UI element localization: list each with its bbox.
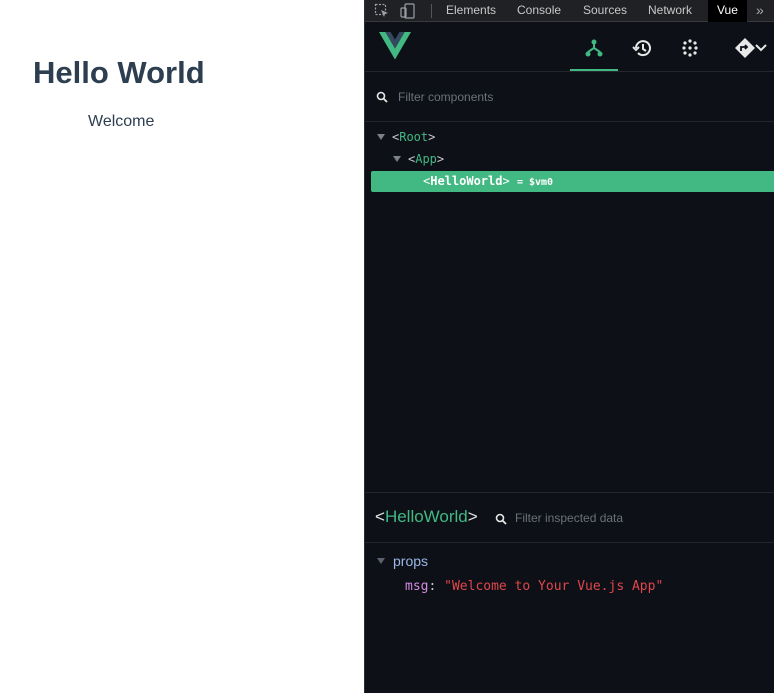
components-icon: [585, 39, 603, 57]
filter-inspected-data-input[interactable]: [515, 509, 755, 527]
component-filter: [365, 72, 774, 122]
overflow-chevrons-icon[interactable]: »: [756, 0, 764, 22]
performance-icon: [682, 39, 698, 57]
performance-tab-button[interactable]: [666, 30, 714, 70]
prop-key: msg: [405, 579, 429, 594]
tab-vue[interactable]: Vue: [708, 0, 747, 22]
devtools-tab-bar: Elements Console Sources Network Vue »: [365, 0, 774, 22]
tab-network[interactable]: Network: [648, 0, 692, 22]
inspect-element-icon[interactable]: [374, 3, 390, 19]
devtools-panel: Elements Console Sources Network Vue » F…: [364, 0, 774, 693]
vm-reference: = $vm0: [516, 177, 554, 188]
device-toggle-icon[interactable]: [400, 3, 416, 19]
props-label: props: [393, 553, 429, 569]
tree-bracket: >: [436, 152, 445, 166]
tab-divider: [431, 4, 432, 18]
vue-toolbar: [365, 22, 774, 72]
vue-logo: [379, 32, 411, 60]
tab-console[interactable]: Console: [517, 0, 561, 22]
prop-value[interactable]: "Welcome to Your Vue.js App": [444, 579, 663, 594]
app-subtitle: Welcome: [88, 113, 155, 130]
routing-tab-button[interactable]: [721, 30, 774, 70]
chevron-down-icon: [755, 44, 767, 52]
tree-bracket: >: [428, 130, 436, 144]
components-tab-button[interactable]: [570, 30, 618, 71]
tree-bracket: >: [502, 174, 510, 188]
timeline-icon: [632, 40, 651, 57]
expand-triangle-icon[interactable]: [377, 134, 385, 140]
tree-node-name: HelloWorld: [430, 174, 503, 188]
collapse-triangle-icon[interactable]: [377, 558, 385, 564]
tab-elements[interactable]: Elements: [446, 0, 496, 22]
filter-components-input[interactable]: [398, 87, 738, 107]
routing-icon: [735, 38, 755, 58]
component-name: HelloWorld: [384, 507, 468, 526]
tree-node-name: Root: [399, 130, 429, 144]
prop-entry[interactable]: msg: "Welcome to Your Vue.js App": [405, 577, 663, 597]
expand-triangle-icon[interactable]: [393, 156, 401, 162]
timeline-tab-button[interactable]: [618, 30, 666, 70]
tree-node-name: App: [415, 152, 437, 166]
search-icon: [495, 512, 507, 530]
tab-sources[interactable]: Sources: [583, 0, 627, 22]
prop-colon: :: [428, 579, 437, 594]
tree-bracket: >: [467, 507, 478, 526]
tree-bracket: <: [375, 507, 385, 526]
search-icon: [376, 90, 388, 108]
tree-node-helloworld[interactable]: <HelloWorld> = $vm0: [371, 171, 774, 192]
component-inspector: <HelloWorld> props msg: "Welcome to Your…: [365, 492, 774, 693]
app-title: Hello World: [33, 55, 205, 90]
inspector-header: <HelloWorld>: [365, 493, 774, 543]
app-viewport: Hello World Welcome: [0, 0, 364, 693]
inspected-component-name: <HelloWorld>: [375, 507, 478, 527]
